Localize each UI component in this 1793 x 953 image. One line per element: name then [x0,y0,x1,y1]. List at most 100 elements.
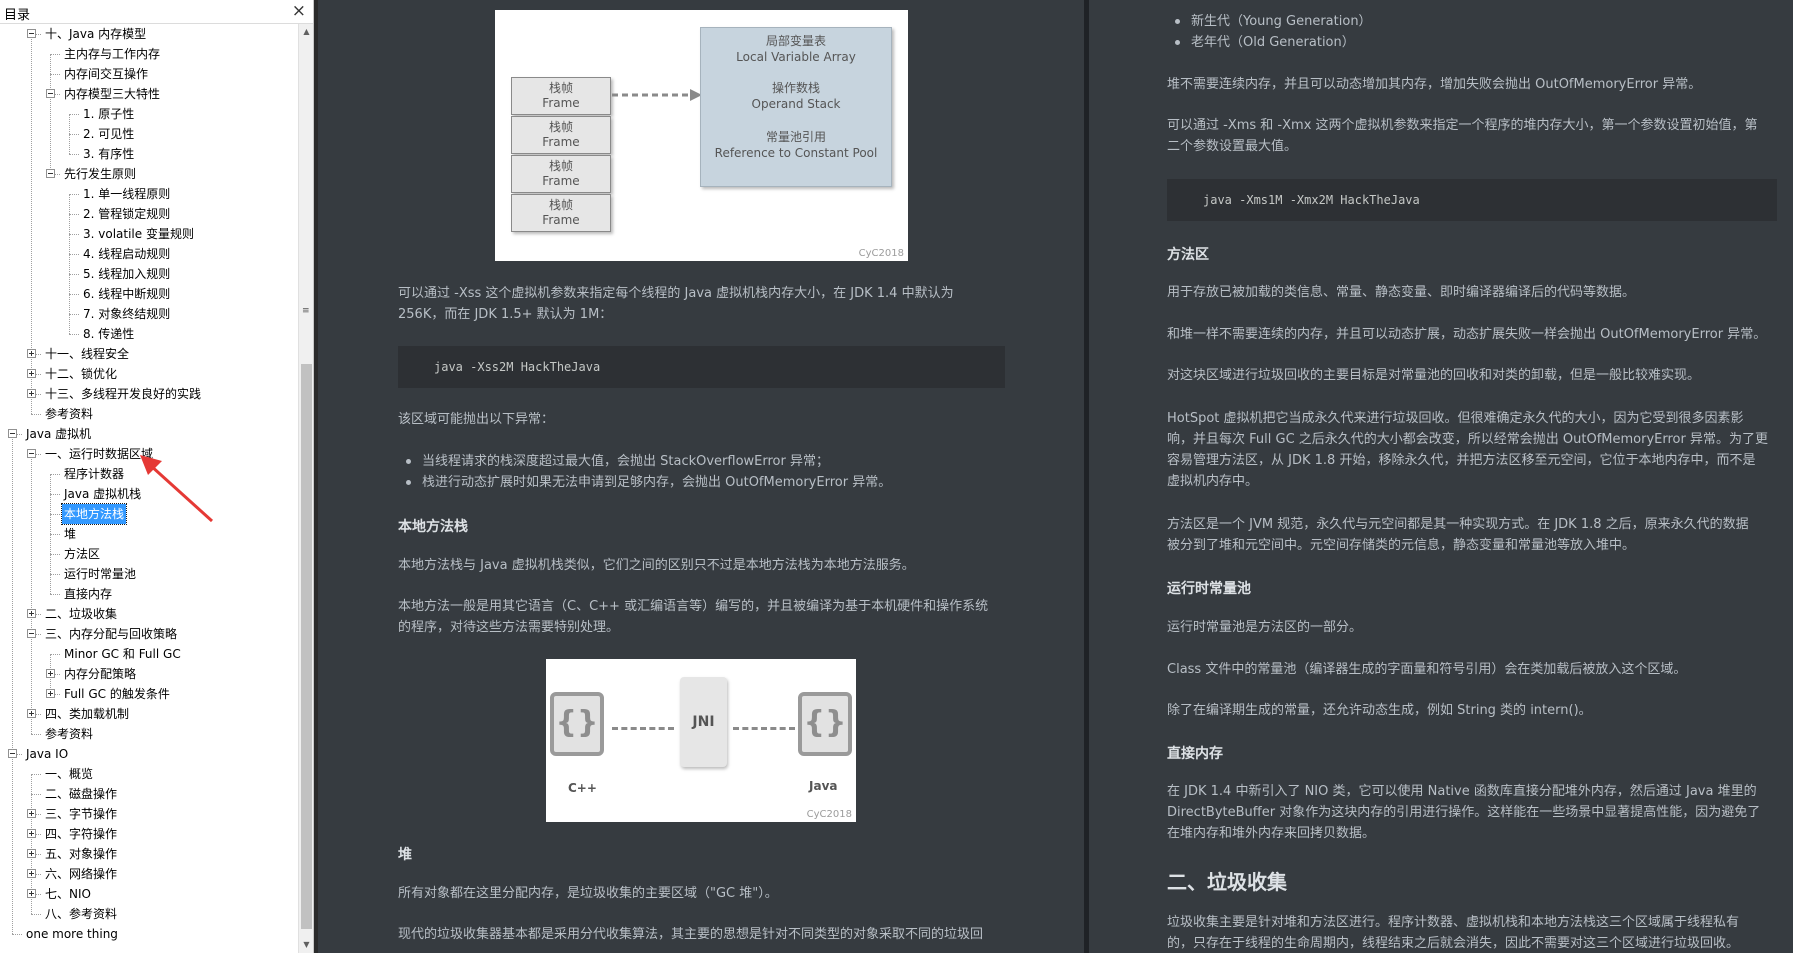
scroll-up-arrow-icon[interactable]: ▲ [299,24,313,40]
cp-label-en: Reference to Constant Pool [714,146,878,160]
toc-item[interactable]: 2. 管程锁定规则 [0,204,298,224]
toc-item[interactable]: Minor GC 和 Full GC [0,644,298,664]
toc-item[interactable]: 3. volatile 变量规则 [0,224,298,244]
expand-plus-icon[interactable] [27,709,36,718]
expand-plus-icon[interactable] [27,369,36,378]
toc-item[interactable]: 参考资料 [0,724,298,744]
toc-item-label: 3. 有序性 [83,147,135,161]
content-pane-right[interactable]: 新生代（Young Generation） 老年代（Old Generation… [1089,0,1793,953]
toc-item[interactable]: 7. 对象终结规则 [0,304,298,324]
stack-frame-box: 栈帧 Frame [511,116,611,154]
toc-item[interactable]: 六、网络操作 [0,864,298,884]
toc-item-label: Full GC 的触发条件 [64,687,170,701]
cp-label-zh: 常量池引用 [765,130,826,144]
toc-item-label: 先行发生原则 [64,167,137,181]
code-block[interactable]: java -Xss2M HackTheJava [398,346,1005,388]
toc-item-label: Java IO [26,747,69,761]
toc-item[interactable]: 内存模型三大特性 [0,84,298,104]
toc-item[interactable]: 运行时常量池 [0,564,298,584]
toc-item-label: 1. 原子性 [83,107,135,121]
toc-item[interactable]: 参考资料 [0,404,298,424]
paragraph: 可以通过 -Xss 这个虚拟机参数来指定每个线程的 Java 虚拟机栈内存大小，… [398,286,954,301]
expand-plus-icon[interactable] [46,689,55,698]
toc-item[interactable]: 3. 有序性 [0,144,298,164]
paragraph: 垃圾收集主要是针对堆和方法区进行。程序计数器、虚拟机栈和本地方法栈这三个区域属于… [1167,915,1740,930]
toc-item[interactable]: one more thing [0,924,298,944]
scroll-down-arrow-icon[interactable]: ▼ [299,937,313,953]
toc-item[interactable]: 十、Java 内存模型 [0,24,298,44]
section-heading: 直接内存 [1167,746,1223,762]
toc-item-label: 8. 传递性 [83,327,135,341]
toc-item[interactable]: 二、磁盘操作 [0,784,298,804]
toc-item-label: 6. 线程中断规则 [83,287,171,301]
expand-plus-icon[interactable] [46,669,55,678]
toc-item[interactable]: 三、内存分配与回收策略 [0,624,298,644]
toc-item-label: Minor GC 和 Full GC [64,647,181,661]
toc-item[interactable]: Full GC 的触发条件 [0,684,298,704]
toc-item[interactable]: 先行发生原则 [0,164,298,184]
toc-item[interactable]: 主内存与工作内存 [0,44,298,64]
toc-item[interactable]: 三、字节操作 [0,804,298,824]
toc-item[interactable]: 十三、多线程开发良好的实践 [0,384,298,404]
stack-frame-box: 栈帧 Frame [511,155,611,193]
lva-label-zh: 局部变量表 [765,34,826,48]
paragraph: 的，只存在于线程的生命周期内，线程结束之后就会消失，因此不需要对这三个区域进行垃… [1167,936,1740,951]
os-label-en: Operand Stack [751,97,841,111]
toc-item[interactable]: 七、NIO [0,884,298,904]
content-pane-left[interactable]: 栈帧 Frame 栈帧 Frame 栈帧 Frame 栈帧 Frame 局部变量表 Lo… [318,0,1084,953]
toc-item[interactable]: 十一、线程安全 [0,344,298,364]
paragraph: 用于存放已被加载的类信息、常量、静态变量、即时编译器编译后的代码等数据。 [1167,285,1636,300]
toc-item[interactable]: 八、参考资料 [0,904,298,924]
toc-scrollbar[interactable]: ▲ ≡ ▼ [298,24,313,953]
expand-plus-icon[interactable] [27,349,36,358]
toc-item[interactable]: 内存间交互操作 [0,64,298,84]
toc-item[interactable]: 方法区 [0,544,298,564]
expand-plus-icon[interactable] [27,869,36,878]
collapse-minus-icon[interactable] [46,89,55,98]
toc-item[interactable]: 5. 线程加入规则 [0,264,298,284]
toc-item[interactable]: 4. 线程启动规则 [0,244,298,264]
code-block[interactable]: java -Xms1M -Xmx2M HackTheJava [1167,179,1777,221]
toc-item[interactable]: 直接内存 [0,584,298,604]
toc-item[interactable]: 内存分配策略 [0,664,298,684]
section-heading-large: 二、垃圾收集 [1167,870,1287,894]
toc-item[interactable]: 五、对象操作 [0,844,298,864]
toc-item[interactable]: 堆 [0,524,298,544]
scrollbar-thumb[interactable] [301,364,312,929]
expand-plus-icon[interactable] [27,829,36,838]
toc-item[interactable]: 6. 线程中断规则 [0,284,298,304]
dashed-connector [733,727,795,730]
collapse-minus-icon[interactable] [46,169,55,178]
collapse-minus-icon[interactable] [8,429,17,438]
toc-item[interactable]: 四、字符操作 [0,824,298,844]
collapse-minus-icon[interactable] [27,29,36,38]
toc-item-label: 三、字节操作 [45,807,118,821]
toc-item[interactable]: 8. 传递性 [0,324,298,344]
expand-plus-icon[interactable] [27,809,36,818]
collapse-minus-icon[interactable] [27,629,36,638]
toc-item[interactable]: 1. 原子性 [0,104,298,124]
expand-plus-icon[interactable] [27,389,36,398]
collapse-minus-icon[interactable] [8,749,17,758]
expand-plus-icon[interactable] [27,849,36,858]
toc-item[interactable]: 四、类加载机制 [0,704,298,724]
toc-item[interactable]: 2. 可见性 [0,124,298,144]
lva-label-en: Local Variable Array [736,50,856,64]
paragraph: 方法区是一个 JVM 规范，永久代与元空间都是其一种实现方式。在 JDK 1.8… [1167,517,1749,532]
paragraph: 堆不需要连续内存，并且可以动态增加其内存，增加失败会抛出 OutOfMemory… [1167,77,1702,92]
collapse-minus-icon[interactable] [27,449,36,458]
toc-header: 目录 × [0,0,313,24]
toc-item[interactable]: 二、垃圾收集 [0,604,298,624]
toc-item[interactable]: Java 虚拟机 [0,424,298,444]
toc-item[interactable]: 1. 单一线程原则 [0,184,298,204]
expand-plus-icon[interactable] [27,889,36,898]
close-icon[interactable]: × [292,1,306,21]
toc-item[interactable]: 十二、锁优化 [0,364,298,384]
toc-item[interactable]: 一、概览 [0,764,298,784]
expand-plus-icon[interactable] [27,609,36,618]
toc-item[interactable]: Java IO [0,744,298,764]
list-item: 新生代（Young Generation） [1167,11,1372,32]
toc-item-label: 内存模型三大特性 [64,87,161,101]
red-arrow-annotation-icon [140,455,214,523]
paragraph: 被分到了堆和元空间中。元空间存储类的元信息，静态变量和常量池等放入堆中。 [1167,538,1636,553]
